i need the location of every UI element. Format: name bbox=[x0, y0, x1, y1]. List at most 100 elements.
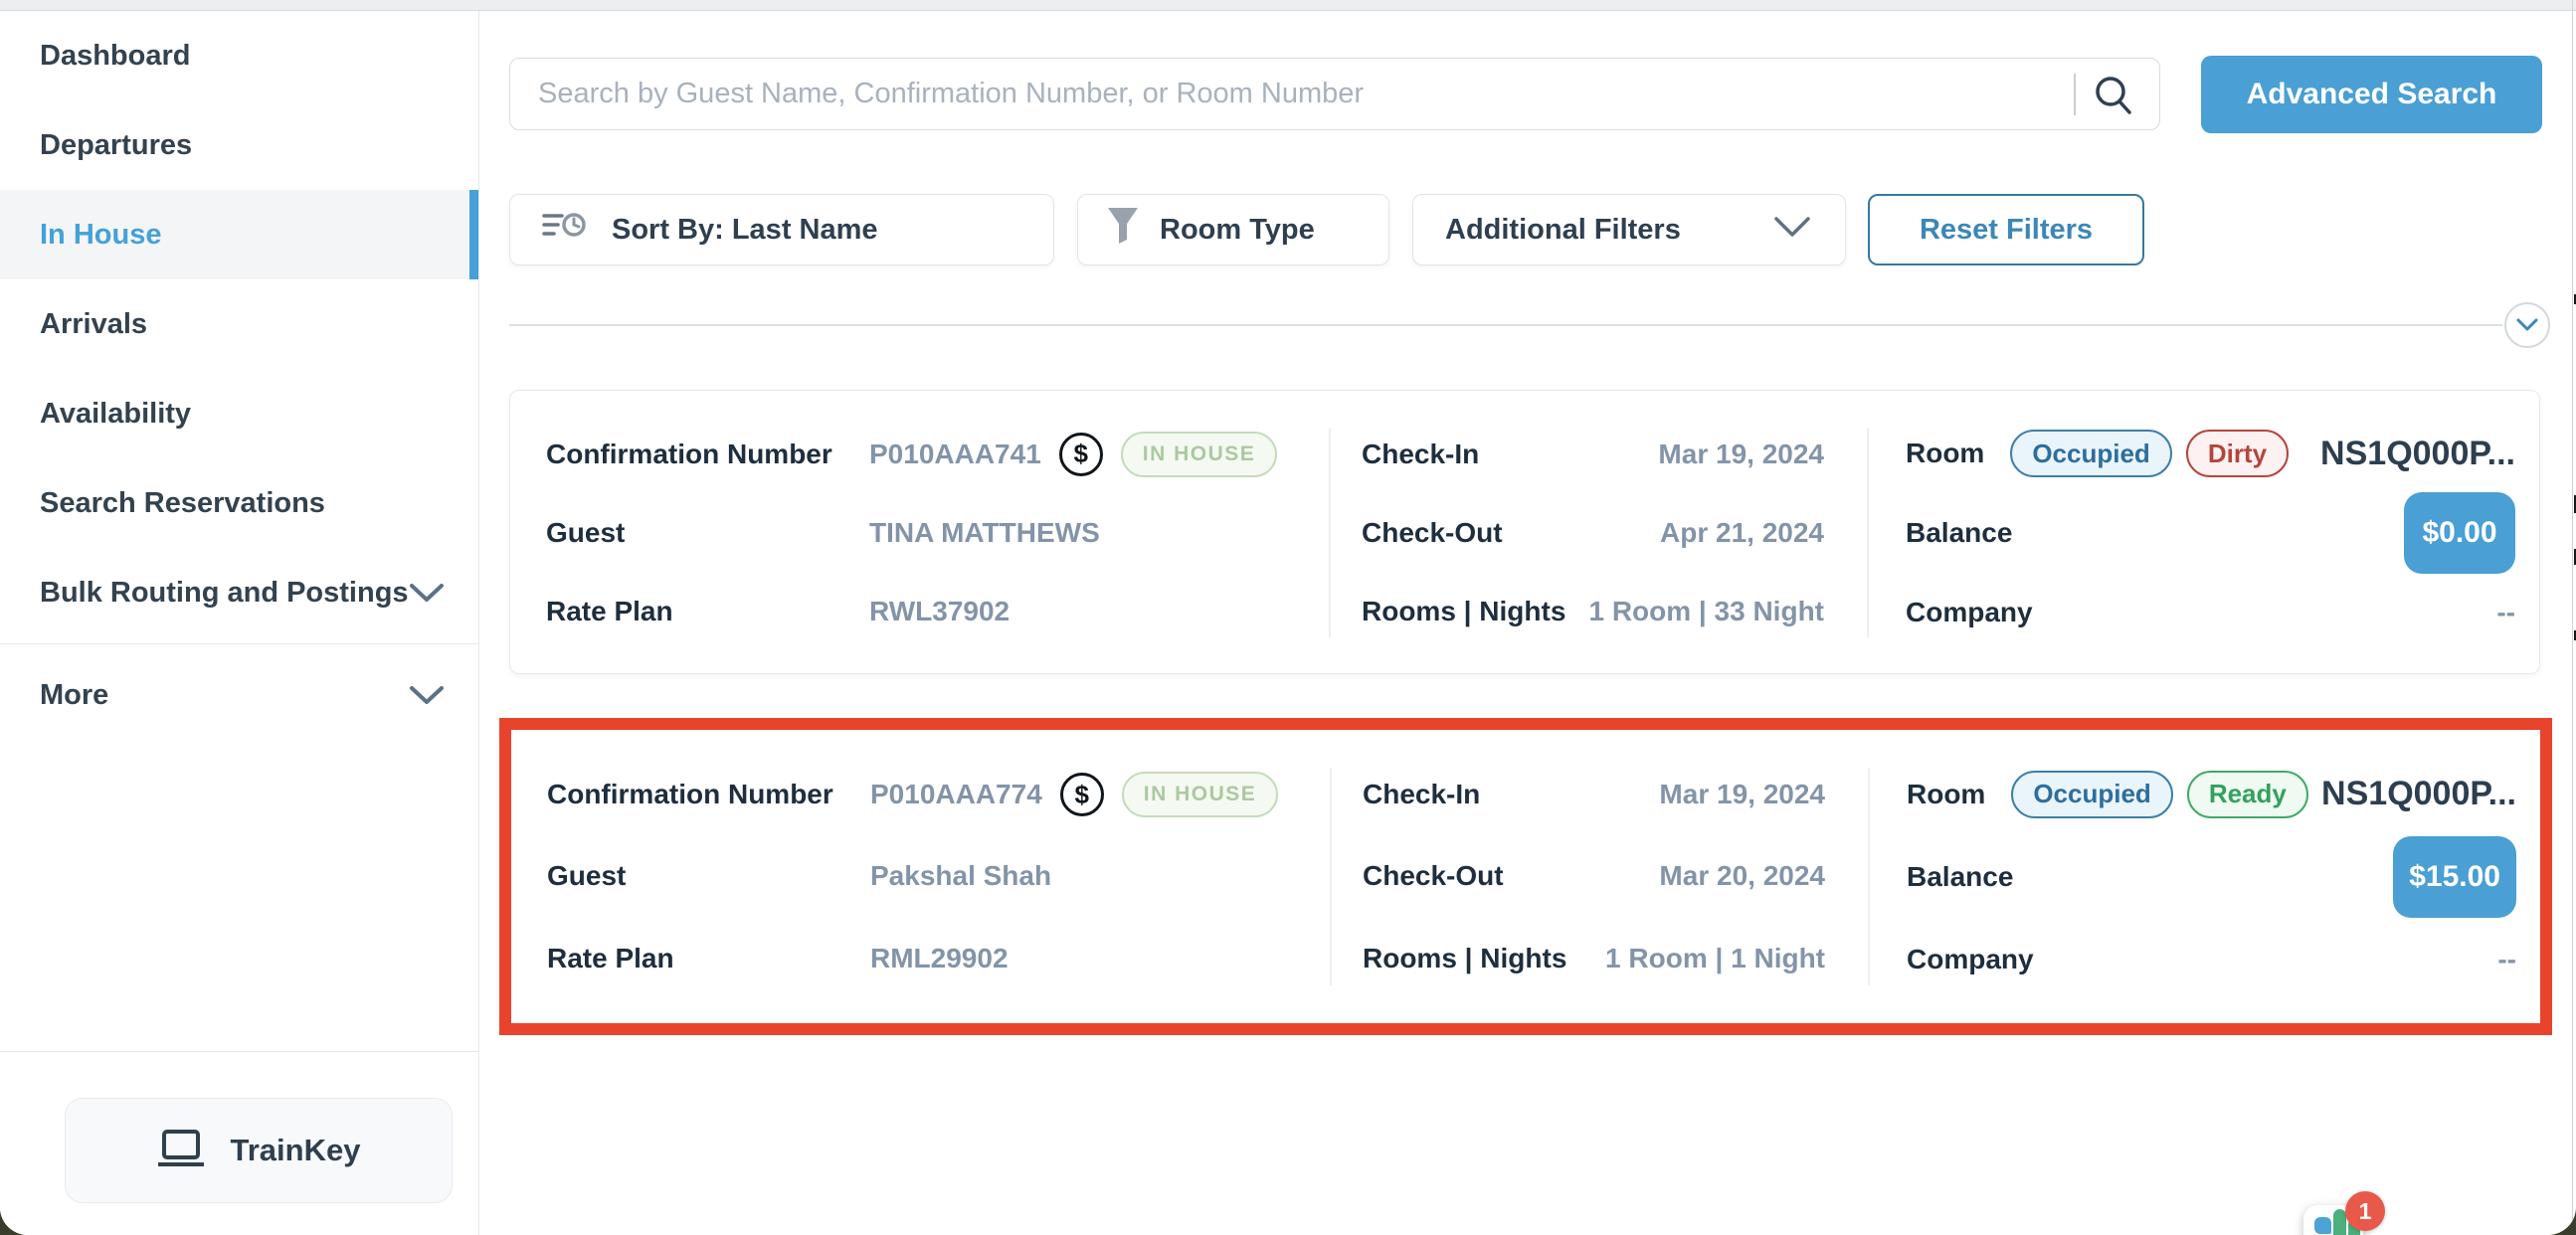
chevron-down-icon bbox=[1773, 214, 1811, 247]
reservation-card[interactable]: Confirmation Number P010AAA741 $ IN HOUS… bbox=[509, 390, 2540, 674]
company-label: Company bbox=[1906, 597, 2033, 628]
check-in-value: Mar 19, 2024 bbox=[1659, 779, 1825, 810]
balance-label: Balance bbox=[1907, 861, 2013, 893]
housekeeping-status-pill: Ready bbox=[2187, 771, 2308, 818]
company-value: -- bbox=[2497, 944, 2516, 975]
card-column-room: Room Occupied Ready NS1Q000P... Balance … bbox=[1868, 754, 2540, 999]
occupancy-status-pill: Occupied bbox=[2011, 771, 2172, 818]
sidebar-item-departures[interactable]: Departures bbox=[0, 100, 478, 190]
check-out-label: Check-Out bbox=[1362, 517, 1503, 549]
confirmation-value: P010AAA774 bbox=[870, 779, 1042, 810]
sidebar-item-label: Dashboard bbox=[40, 40, 190, 73]
sidebar-item-label: Bulk Routing and Postings bbox=[40, 577, 409, 610]
confirmation-label: Confirmation Number bbox=[546, 439, 869, 470]
sort-icon bbox=[542, 209, 588, 251]
laptop-icon bbox=[157, 1129, 205, 1173]
card-column-dates: Check-In Mar 19, 2024 Check-Out Mar 20, … bbox=[1330, 754, 1868, 999]
card-column-room: Room Occupied Dirty NS1Q000P... Balance … bbox=[1867, 415, 2539, 651]
guest-label: Guest bbox=[547, 860, 870, 892]
guest-value: Pakshal Shah bbox=[870, 860, 1310, 892]
company-row: Company -- bbox=[1906, 574, 2515, 651]
rate-plan-row: Rate Plan RWL37902 bbox=[546, 573, 1309, 650]
sidebar-item-label: In House bbox=[40, 219, 161, 252]
sidebar-item-label: Availability bbox=[40, 398, 191, 431]
search-input[interactable] bbox=[510, 78, 2066, 110]
notification-badge[interactable]: 1 bbox=[2345, 1191, 2385, 1231]
sort-by-label: Sort By: Last Name bbox=[612, 214, 878, 247]
dollar-circle-icon[interactable]: $ bbox=[1059, 433, 1103, 476]
company-label: Company bbox=[1907, 944, 2034, 975]
rooms-nights-value: 1 Room | 33 Night bbox=[1588, 596, 1824, 627]
balance-row: Balance $15.00 bbox=[1907, 836, 2516, 918]
check-out-label: Check-Out bbox=[1363, 860, 1504, 892]
room-label: Room bbox=[1907, 779, 1985, 810]
collapse-toggle-button[interactable] bbox=[2504, 302, 2550, 348]
guest-value: TINA MATTHEWS bbox=[869, 517, 1309, 549]
trainkey-button[interactable]: TrainKey bbox=[65, 1098, 453, 1203]
confirmation-row: Confirmation Number P010AAA774 $ IN HOUS… bbox=[547, 756, 1310, 833]
in-house-status-badge: IN HOUSE bbox=[1122, 772, 1279, 817]
sidebar-item-search-reservations[interactable]: Search Reservations bbox=[0, 458, 478, 548]
check-out-row: Check-Out Mar 20, 2024 bbox=[1363, 837, 1825, 915]
check-out-value: Mar 20, 2024 bbox=[1659, 860, 1825, 892]
sidebar-item-availability[interactable]: Availability bbox=[0, 369, 478, 458]
check-out-value: Apr 21, 2024 bbox=[1660, 517, 1824, 549]
balance-button[interactable]: $15.00 bbox=[2393, 836, 2516, 918]
reservation-card[interactable]: Confirmation Number P010AAA774 $ IN HOUS… bbox=[511, 730, 2540, 1023]
room-label: Room bbox=[1906, 438, 1984, 469]
reset-filters-button[interactable]: Reset Filters bbox=[1868, 194, 2144, 265]
check-in-label: Check-In bbox=[1362, 439, 1479, 470]
sidebar-item-dashboard[interactable]: Dashboard bbox=[0, 11, 478, 100]
rate-plan-label: Rate Plan bbox=[547, 943, 870, 974]
chevron-down-icon bbox=[409, 684, 445, 706]
housekeeping-status-pill: Dirty bbox=[2186, 430, 2289, 477]
check-in-value: Mar 19, 2024 bbox=[1658, 439, 1824, 470]
highlighted-card-outline: Confirmation Number P010AAA774 $ IN HOUS… bbox=[499, 718, 2552, 1035]
room-number-value[interactable]: NS1Q000P... bbox=[2320, 435, 2515, 473]
sidebar-divider bbox=[0, 643, 478, 644]
card-column-identity: Confirmation Number P010AAA741 $ IN HOUS… bbox=[510, 415, 1329, 651]
sidebar-item-bulk-routing[interactable]: Bulk Routing and Postings bbox=[0, 548, 478, 637]
confirmation-value: P010AAA741 bbox=[869, 439, 1041, 470]
chat-app-icon bbox=[2314, 1217, 2331, 1234]
in-house-status-badge: IN HOUSE bbox=[1121, 432, 1278, 477]
dollar-circle-icon[interactable]: $ bbox=[1060, 773, 1104, 816]
confirmation-row: Confirmation Number P010AAA741 $ IN HOUS… bbox=[546, 416, 1309, 493]
occupancy-status-pill: Occupied bbox=[2010, 430, 2171, 477]
rooms-nights-label: Rooms | Nights bbox=[1363, 943, 1566, 974]
confirmation-label: Confirmation Number bbox=[547, 779, 870, 810]
app-window: Dashboard Departures In House Arrivals A… bbox=[0, 0, 2576, 1235]
advanced-search-button[interactable]: Advanced Search bbox=[2201, 56, 2542, 133]
rooms-nights-label: Rooms | Nights bbox=[1362, 596, 1565, 627]
balance-row: Balance $0.00 bbox=[1906, 492, 2515, 574]
sidebar-item-more[interactable]: More bbox=[0, 650, 478, 740]
balance-button[interactable]: $0.00 bbox=[2404, 492, 2515, 574]
sidebar-item-arrivals[interactable]: Arrivals bbox=[0, 279, 478, 369]
check-in-row: Check-In Mar 19, 2024 bbox=[1362, 416, 1824, 493]
additional-filters-dropdown[interactable]: Additional Filters bbox=[1412, 194, 1846, 265]
card-column-dates: Check-In Mar 19, 2024 Check-Out Apr 21, … bbox=[1329, 415, 1867, 651]
sidebar-item-label: More bbox=[40, 679, 108, 712]
check-in-label: Check-In bbox=[1363, 779, 1480, 810]
search-icon[interactable] bbox=[2092, 73, 2159, 116]
guest-label: Guest bbox=[546, 517, 869, 549]
sidebar-item-label: Search Reservations bbox=[40, 487, 325, 520]
card-column-identity: Confirmation Number P010AAA774 $ IN HOUS… bbox=[511, 754, 1330, 999]
company-row: Company -- bbox=[1907, 921, 2516, 998]
rate-plan-value: RML29902 bbox=[870, 943, 1310, 974]
rate-plan-value: RWL37902 bbox=[869, 596, 1309, 627]
section-divider bbox=[509, 324, 2502, 326]
sidebar: Dashboard Departures In House Arrivals A… bbox=[0, 11, 479, 1235]
search-divider bbox=[2074, 74, 2076, 115]
right-panel-edge bbox=[2572, 0, 2573, 1235]
sidebar-item-in-house[interactable]: In House bbox=[0, 190, 478, 279]
rooms-nights-row: Rooms | Nights 1 Room | 1 Night bbox=[1363, 920, 1825, 997]
check-in-row: Check-In Mar 19, 2024 bbox=[1363, 756, 1825, 833]
rooms-nights-value: 1 Room | 1 Night bbox=[1605, 943, 1825, 974]
sort-by-dropdown[interactable]: Sort By: Last Name bbox=[509, 194, 1054, 265]
search-box bbox=[509, 58, 2160, 130]
room-type-dropdown[interactable]: Room Type bbox=[1077, 194, 1389, 265]
chevron-down-icon bbox=[2515, 317, 2539, 333]
rate-plan-row: Rate Plan RML29902 bbox=[547, 920, 1310, 997]
room-number-value[interactable]: NS1Q000P... bbox=[2321, 775, 2516, 813]
